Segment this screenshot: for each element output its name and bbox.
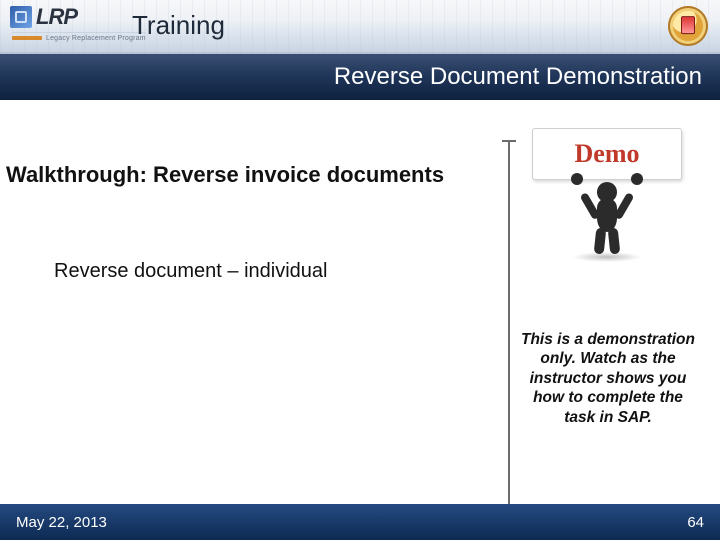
- header-band: LRP Legacy Replacement Program Training: [0, 0, 720, 54]
- footer-bar: May 22, 2013 64: [0, 504, 720, 540]
- vertical-divider-icon: [508, 140, 510, 510]
- sub-header-title: Reverse Document Demonstration: [334, 63, 702, 91]
- sub-header-bar: Reverse Document Demonstration: [0, 54, 720, 100]
- walkthrough-sub-point: Reverse document – individual: [54, 260, 328, 283]
- slide-body: Walkthrough: Reverse invoice documents R…: [0, 100, 720, 504]
- demo-figure-icon: [567, 174, 647, 256]
- slide: LRP Legacy Replacement Program Training …: [0, 0, 720, 540]
- lrp-logo-block: LRP Legacy Replacement Program: [10, 4, 146, 42]
- lrp-logo-text: LRP: [36, 4, 77, 30]
- lrp-mark-icon: [10, 6, 32, 28]
- walkthrough-heading: Walkthrough: Reverse invoice documents: [6, 162, 444, 188]
- demo-note-text: This is a demonstration only. Watch as t…: [516, 330, 700, 427]
- demo-graphic: Demo: [522, 128, 692, 256]
- header-title: Training: [132, 10, 225, 41]
- demo-sign-label: Demo: [575, 139, 640, 169]
- demo-sign: Demo: [532, 128, 682, 180]
- lrp-logo: LRP: [10, 4, 146, 30]
- lrp-logo-subtext: Legacy Replacement Program: [12, 32, 146, 42]
- footer-date: May 22, 2013: [16, 514, 107, 531]
- lrp-sub-bar-icon: [12, 36, 42, 40]
- org-seal-icon: [668, 6, 708, 46]
- footer-page-number: 64: [687, 514, 704, 531]
- lrp-sub-label: Legacy Replacement Program: [46, 35, 146, 42]
